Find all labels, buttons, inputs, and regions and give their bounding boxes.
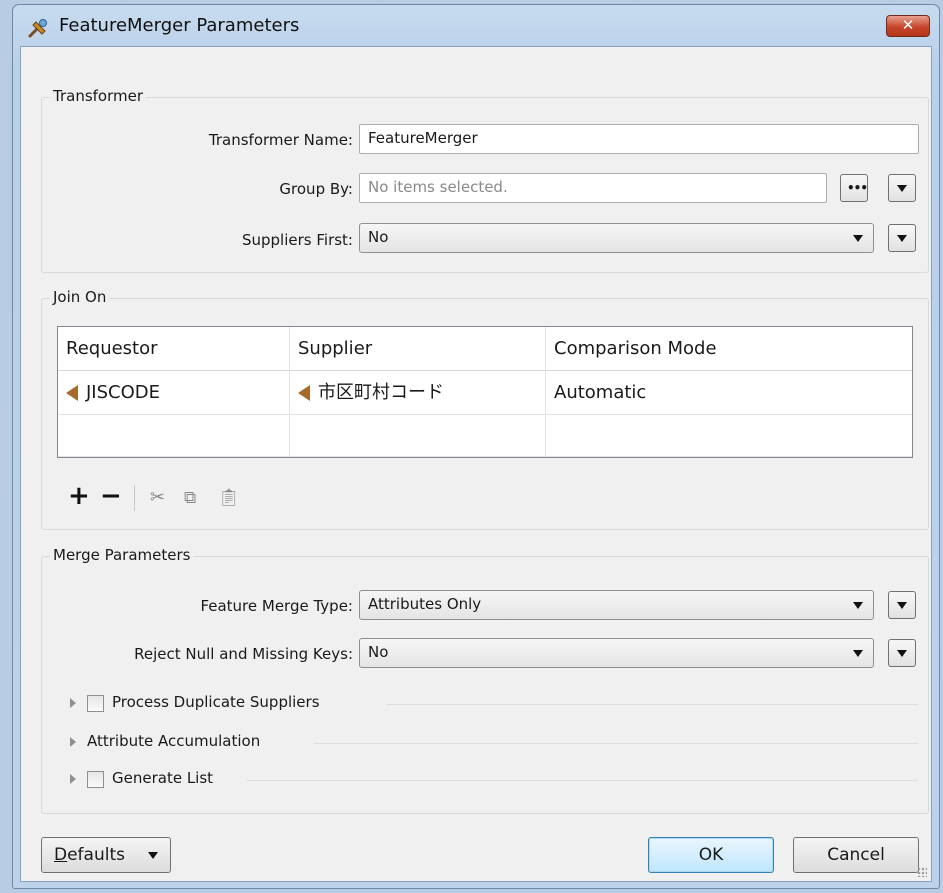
ellipsis-icon: •••: [847, 181, 868, 195]
attribute-icon: [298, 385, 310, 401]
feature-merge-type-select[interactable]: Attributes Only: [359, 590, 874, 620]
requestor-value: JISCODE: [86, 382, 161, 403]
expand-arrow-icon[interactable]: [70, 774, 76, 784]
window-title: FeatureMerger Parameters: [59, 15, 300, 36]
defaults-accelerator: D: [54, 845, 68, 865]
feature-merge-type-value: Attributes Only: [368, 595, 482, 613]
group-by-options-button[interactable]: [888, 174, 916, 202]
transformer-group-title: Transformer: [50, 87, 147, 105]
table-cell-requestor[interactable]: JISCODE: [58, 371, 290, 415]
expand-arrow-icon[interactable]: [70, 698, 76, 708]
attribute-accumulation-label[interactable]: Attribute Accumulation: [87, 732, 260, 750]
defaults-label: efaults: [67, 845, 125, 865]
paste-icon[interactable]: 📋︎: [218, 487, 240, 509]
transformer-group: Transformer Transformer Name: FeatureMer…: [41, 87, 929, 273]
group-by-input[interactable]: No items selected.: [359, 173, 827, 203]
dialog-body: Transformer Transformer Name: FeatureMer…: [20, 46, 932, 882]
section-divider: [247, 780, 918, 781]
chevron-down-icon: [897, 650, 907, 657]
close-icon: ✕: [901, 16, 915, 34]
remove-icon[interactable]: −: [100, 483, 122, 509]
feature-merger-icon: [28, 19, 47, 38]
table-cell-empty[interactable]: [290, 415, 546, 457]
section-divider: [387, 704, 918, 705]
toolbar-separator: [134, 485, 135, 511]
reject-null-value: No: [368, 643, 389, 661]
table-cell-empty[interactable]: [546, 415, 912, 457]
suppliers-first-value: No: [368, 228, 389, 246]
column-header-supplier[interactable]: Supplier: [290, 327, 546, 371]
reject-null-select[interactable]: No: [359, 638, 874, 668]
join-on-group: Join On Requestor Supplier Comparison Mo…: [41, 288, 929, 530]
attribute-icon: [66, 385, 78, 401]
suppliers-first-select[interactable]: No: [359, 223, 874, 253]
chevron-down-icon: [897, 235, 907, 242]
merge-parameters-group: Merge Parameters Feature Merge Type: Att…: [41, 546, 929, 814]
join-table[interactable]: Requestor Supplier Comparison Mode JISCO…: [57, 326, 913, 458]
group-by-label: Group By:: [279, 180, 353, 198]
transformer-name-label: Transformer Name:: [208, 131, 353, 149]
resize-grip-icon[interactable]: [917, 867, 927, 877]
chevron-down-icon: [897, 602, 907, 609]
join-on-group-title: Join On: [50, 288, 110, 306]
suppliers-first-options-button[interactable]: [888, 224, 916, 252]
chevron-down-icon: [853, 650, 863, 657]
defaults-button[interactable]: Defaults: [41, 837, 171, 873]
chevron-down-icon: [148, 852, 158, 859]
column-header-comparison-mode[interactable]: Comparison Mode: [546, 327, 912, 371]
ok-button[interactable]: OK: [648, 837, 774, 873]
column-header-requestor[interactable]: Requestor: [58, 327, 290, 371]
title-bar[interactable]: FeatureMerger Parameters ✕: [13, 5, 939, 49]
chevron-down-icon: [853, 235, 863, 242]
feature-merge-type-label: Feature Merge Type:: [200, 597, 353, 615]
supplier-value: 市区町村コード: [318, 382, 444, 403]
table-cell-empty[interactable]: [58, 415, 290, 457]
generate-list-label[interactable]: Generate List: [112, 769, 213, 787]
transformer-name-input[interactable]: FeatureMerger: [359, 124, 919, 154]
add-icon[interactable]: +: [68, 483, 90, 509]
feature-merge-type-options-button[interactable]: [888, 591, 916, 619]
suppliers-first-label: Suppliers First:: [241, 231, 353, 249]
copy-icon[interactable]: ⧉: [184, 487, 196, 509]
generate-list-checkbox[interactable]: [87, 771, 104, 788]
cancel-button[interactable]: Cancel: [793, 837, 919, 873]
close-button[interactable]: ✕: [886, 15, 930, 37]
chevron-down-icon: [853, 602, 863, 609]
cut-icon[interactable]: ✂: [150, 487, 165, 509]
process-duplicate-suppliers-checkbox[interactable]: [87, 695, 104, 712]
dialog-window: FeatureMerger Parameters ✕ Transformer T…: [12, 4, 940, 889]
reject-null-options-button[interactable]: [888, 639, 916, 667]
chevron-down-icon: [897, 185, 907, 192]
reject-null-label: Reject Null and Missing Keys:: [134, 645, 353, 663]
process-duplicate-suppliers-label[interactable]: Process Duplicate Suppliers: [112, 693, 320, 711]
table-cell-supplier[interactable]: 市区町村コード: [290, 371, 546, 415]
expand-arrow-icon[interactable]: [70, 737, 76, 747]
group-by-browse-button[interactable]: •••: [840, 174, 868, 202]
merge-group-title: Merge Parameters: [50, 546, 194, 564]
section-divider: [314, 743, 918, 744]
table-cell-comparison-mode[interactable]: Automatic: [546, 371, 912, 415]
